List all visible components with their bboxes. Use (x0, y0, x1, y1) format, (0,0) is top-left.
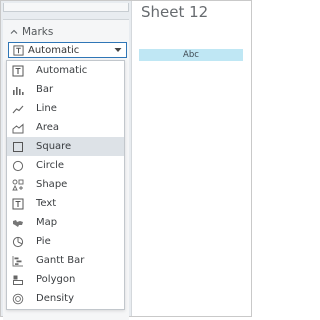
collapse-caret-icon[interactable] (9, 27, 19, 37)
menu-item-label: Square (36, 141, 72, 152)
menu-item-automatic[interactable]: Automatic (7, 61, 124, 80)
menu-item-label: Automatic (36, 65, 88, 76)
menu-item-label: Area (36, 122, 60, 133)
text-mark-icon (12, 198, 24, 209)
shape-mark-icon (12, 179, 24, 190)
mark-type-dropdown[interactable]: Automatic (8, 42, 127, 58)
marks-card-header[interactable]: Marks (9, 25, 53, 39)
window-frame: Marks Automatic Automatic Bar Line Area … (0, 0, 252, 320)
menu-item-text[interactable]: Text (7, 194, 124, 213)
sheet-view: Sheet 12 Abc (132, 1, 252, 316)
menu-item-bar[interactable]: Bar (7, 80, 124, 99)
menu-item-shape[interactable]: Shape (7, 175, 124, 194)
menu-item-label: Circle (36, 160, 65, 171)
gantt-bar-mark-icon (12, 255, 23, 266)
menu-item-area[interactable]: Area (7, 118, 124, 137)
menu-item-label: Shape (36, 179, 68, 190)
automatic-mark-icon (12, 65, 24, 76)
menu-item-label: Map (36, 217, 58, 228)
menu-item-label: Density (36, 293, 75, 304)
menu-item-label: Polygon (36, 274, 76, 285)
menu-item-circle[interactable]: Circle (7, 156, 124, 175)
line-mark-icon (12, 105, 24, 113)
menu-item-map[interactable]: Map (7, 213, 124, 232)
text-mark-cell[interactable]: Abc (139, 49, 243, 61)
menu-item-label: Text (36, 198, 57, 209)
polygon-mark-icon (13, 275, 23, 285)
automatic-mark-icon (13, 44, 24, 56)
mark-type-value: Automatic (28, 44, 80, 56)
menu-item-polygon[interactable]: Polygon (7, 270, 124, 289)
menu-item-square[interactable]: Square (7, 137, 124, 156)
menu-item-line[interactable]: Line (7, 99, 124, 118)
menu-item-density[interactable]: Density (7, 289, 124, 308)
circle-mark-icon (12, 160, 24, 171)
menu-item-pie[interactable]: Pie (7, 232, 124, 251)
menu-item-label: Line (36, 103, 57, 114)
menu-item-label: Bar (36, 84, 54, 95)
chevron-down-icon[interactable] (114, 47, 122, 53)
menu-item-label: Pie (36, 236, 51, 247)
menu-item-label: Gantt Bar (36, 255, 85, 266)
menu-item-gantt-bar[interactable]: Gantt Bar (7, 251, 124, 270)
marks-card-title: Marks (22, 26, 54, 38)
pie-mark-icon (12, 236, 24, 247)
bar-mark-icon (13, 86, 24, 95)
square-mark-icon (13, 141, 23, 152)
shelf-card-bottom (3, 3, 129, 12)
left-panel: Marks Automatic Automatic Bar Line Area … (1, 1, 132, 320)
area-mark-icon (12, 122, 24, 133)
sheet-title: Sheet 12 (141, 3, 209, 21)
map-mark-icon (13, 219, 23, 227)
density-mark-icon (12, 293, 24, 304)
mark-type-menu: Automatic Bar Line Area Square Circle Sh… (6, 60, 125, 310)
